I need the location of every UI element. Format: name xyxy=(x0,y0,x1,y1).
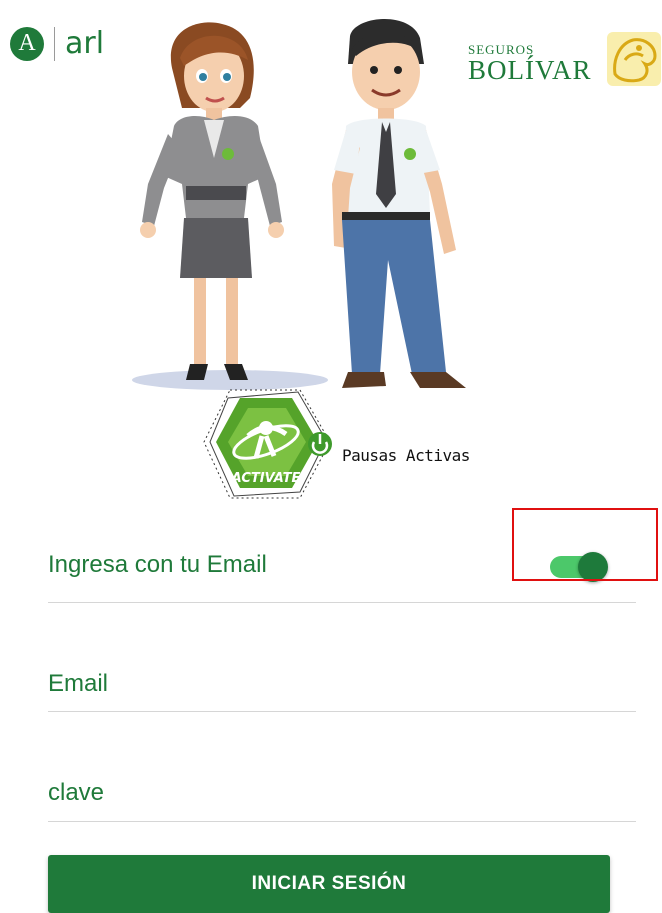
activate-text: ACTIVATE xyxy=(231,471,301,486)
email-login-toggle-label: Ingresa con tu Email xyxy=(48,551,267,578)
pausas-activas-label: Pausas Activas xyxy=(342,446,470,465)
bolivar-logo: SEGUROS BOLÍVAR xyxy=(468,42,592,86)
arl-logo-text: arl xyxy=(65,26,105,61)
bolivar-logo-big-text: BOLÍVAR xyxy=(468,55,592,85)
password-underline xyxy=(48,821,636,822)
man-character xyxy=(332,18,466,388)
password-input[interactable] xyxy=(48,773,636,813)
woman-character xyxy=(140,22,284,380)
arl-logo-circle: A xyxy=(10,26,44,61)
mascots-illustration xyxy=(132,18,466,390)
email-underline xyxy=(48,711,636,712)
bolivar-emblem-icon xyxy=(607,32,661,86)
arl-logo: A arl xyxy=(10,26,104,61)
toggle-divider xyxy=(48,602,636,603)
email-input[interactable] xyxy=(48,664,636,704)
logo-divider xyxy=(54,26,55,61)
login-button[interactable]: INICIAR SESIÓN xyxy=(48,855,610,913)
activate-badge-icon: ACTIVATE xyxy=(203,389,332,499)
highlight-box xyxy=(512,508,658,581)
